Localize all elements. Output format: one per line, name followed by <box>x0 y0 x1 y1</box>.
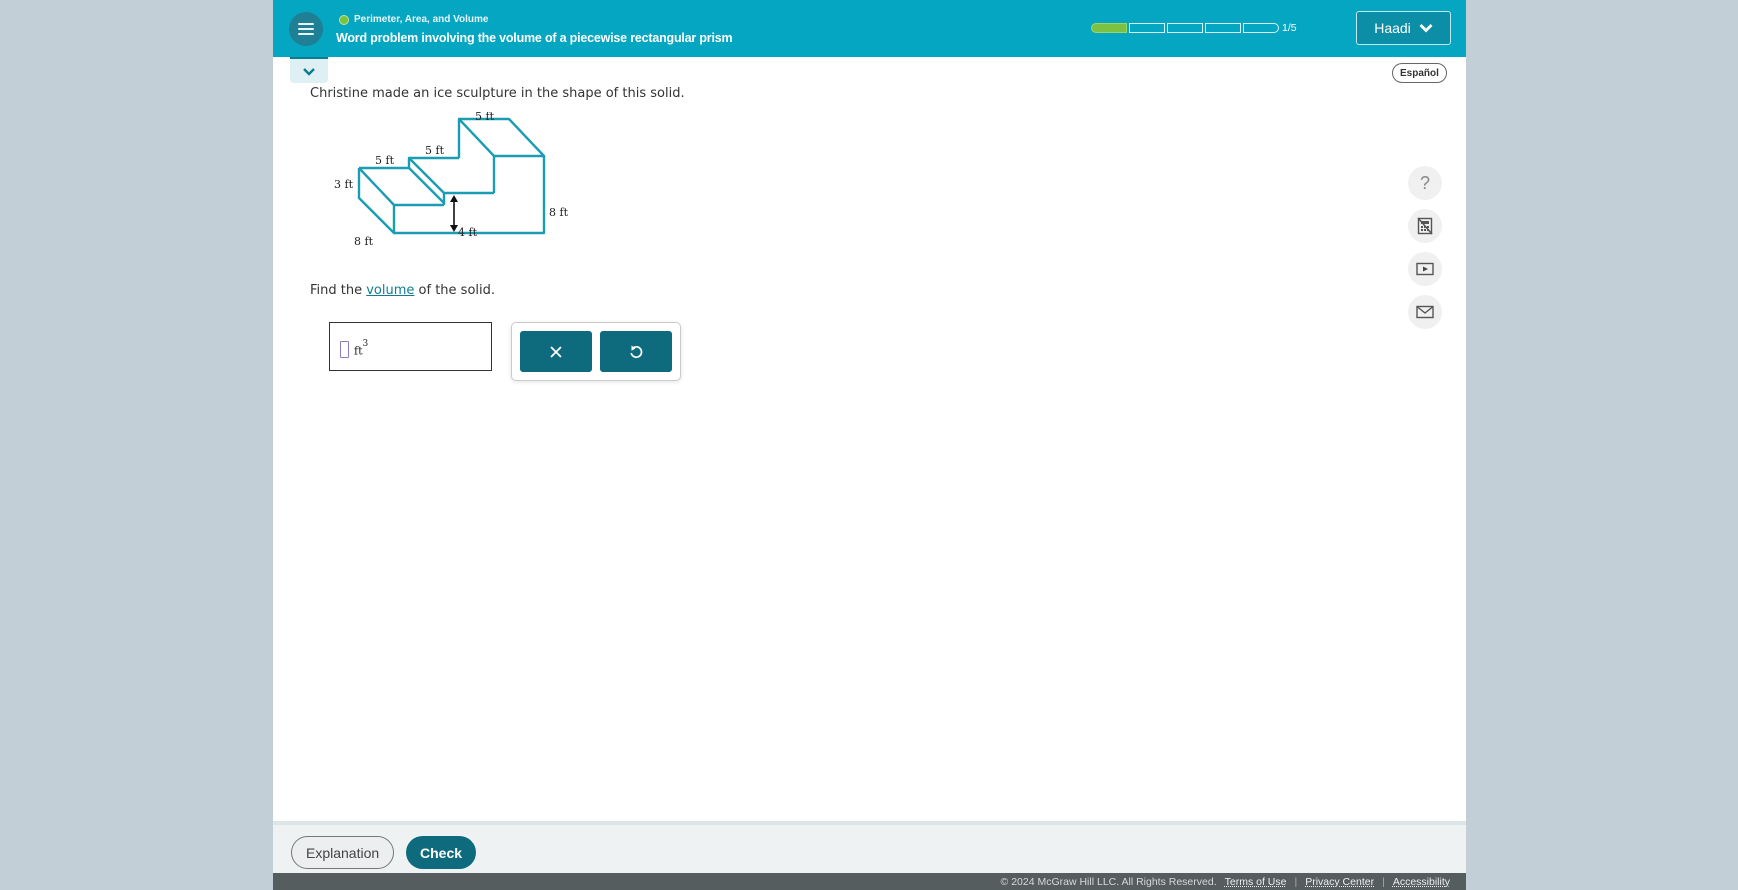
menu-button[interactable] <box>289 12 323 46</box>
progress-segment <box>1091 23 1127 33</box>
prism-diagram: 5 ft 5 ft 5 ft 3 ft 8 ft 4 ft 8 ft <box>334 110 569 248</box>
explanation-button[interactable]: Explanation <box>291 836 395 869</box>
question-prompt: Christine made an ice sculpture in the s… <box>310 86 685 101</box>
label-left-height: 3 ft <box>334 178 354 191</box>
progress-label: 1/5 <box>1282 22 1297 34</box>
label-top-width: 5 ft <box>475 112 495 123</box>
action-bar: Explanation Check <box>273 821 1466 873</box>
video-play-icon <box>1416 262 1434 276</box>
answer-unit: ft3 <box>354 339 368 358</box>
figure-edge <box>457 117 546 158</box>
unit-exponent: 3 <box>362 339 369 349</box>
answer-slot[interactable] <box>340 341 349 358</box>
find-instruction: Find the volume of the solid. <box>310 283 495 298</box>
figure-edge <box>408 167 445 204</box>
divider: | <box>1382 875 1385 888</box>
accessibility-link[interactable]: Accessibility <box>1393 876 1450 888</box>
answer-input[interactable]: ft3 <box>329 322 492 371</box>
clear-button[interactable] <box>520 331 592 372</box>
label-left-width: 5 ft <box>375 154 395 167</box>
figure-edge <box>357 167 396 235</box>
label-total-height: 8 ft <box>549 206 569 219</box>
progress-segment <box>1129 23 1165 33</box>
user-menu-button[interactable]: Haadi <box>1356 11 1451 45</box>
topic-text: Perimeter, Area, and Volume <box>354 14 489 25</box>
divider: | <box>1294 875 1298 888</box>
answer-keypad <box>511 322 681 381</box>
hamburger-icon-line <box>298 28 314 30</box>
status-dot-icon <box>339 14 349 25</box>
mail-icon <box>1416 305 1434 319</box>
video-button[interactable] <box>1408 252 1442 286</box>
undo-button[interactable] <box>600 331 672 372</box>
topic-label: Perimeter, Area, and Volume <box>339 14 489 25</box>
progress-segment <box>1243 23 1279 33</box>
find-suffix: of the solid. <box>414 283 496 298</box>
volume-definition-link[interactable]: volume <box>366 283 414 298</box>
calculator-disabled-icon <box>1417 217 1433 235</box>
progress-segment <box>1205 23 1241 33</box>
solid-figure: 5 ft 5 ft 5 ft 3 ft 8 ft 4 ft 8 ft <box>308 110 588 266</box>
help-button[interactable]: ? <box>1408 166 1442 200</box>
side-toolbar: ? <box>1408 166 1442 338</box>
step-height-arrow-icon <box>450 195 458 232</box>
progress-segment <box>1167 23 1203 33</box>
chevron-down-icon <box>1419 24 1433 33</box>
label-step-height: 4 ft <box>458 226 478 239</box>
progress-bar <box>1091 23 1279 33</box>
unit-text: ft <box>354 344 363 358</box>
question-mark-icon: ? <box>1419 172 1430 193</box>
hamburger-icon-line <box>298 33 314 35</box>
check-button[interactable]: Check <box>406 836 477 869</box>
undo-icon <box>630 345 643 358</box>
figure-edge <box>394 156 546 235</box>
legal-footer: © 2024 McGraw Hill LLC. All Rights Reser… <box>273 873 1466 890</box>
page: Perimeter, Area, and Volume Word problem… <box>273 0 1466 890</box>
language-toggle-button[interactable]: Español <box>1392 63 1447 83</box>
calculator-button[interactable] <box>1408 209 1442 243</box>
page-title: Word problem involving the volume of a p… <box>336 31 733 45</box>
label-middle-width: 5 ft <box>425 144 445 157</box>
copyright-text: © 2024 McGraw Hill LLC. All Rights Reser… <box>1000 875 1217 888</box>
privacy-center-link[interactable]: Privacy Center <box>1305 876 1374 888</box>
message-button[interactable] <box>1408 295 1442 329</box>
find-prefix: Find the <box>310 283 367 298</box>
header: Perimeter, Area, and Volume Word problem… <box>273 0 1466 57</box>
collapse-header-button[interactable] <box>290 57 328 83</box>
label-depth: 8 ft <box>354 235 374 248</box>
chevron-down-icon <box>303 67 315 76</box>
user-name: Haadi <box>1374 20 1411 36</box>
hamburger-icon <box>298 23 314 25</box>
close-icon <box>550 345 562 358</box>
terms-of-use-link[interactable]: Terms of Use <box>1225 876 1287 888</box>
